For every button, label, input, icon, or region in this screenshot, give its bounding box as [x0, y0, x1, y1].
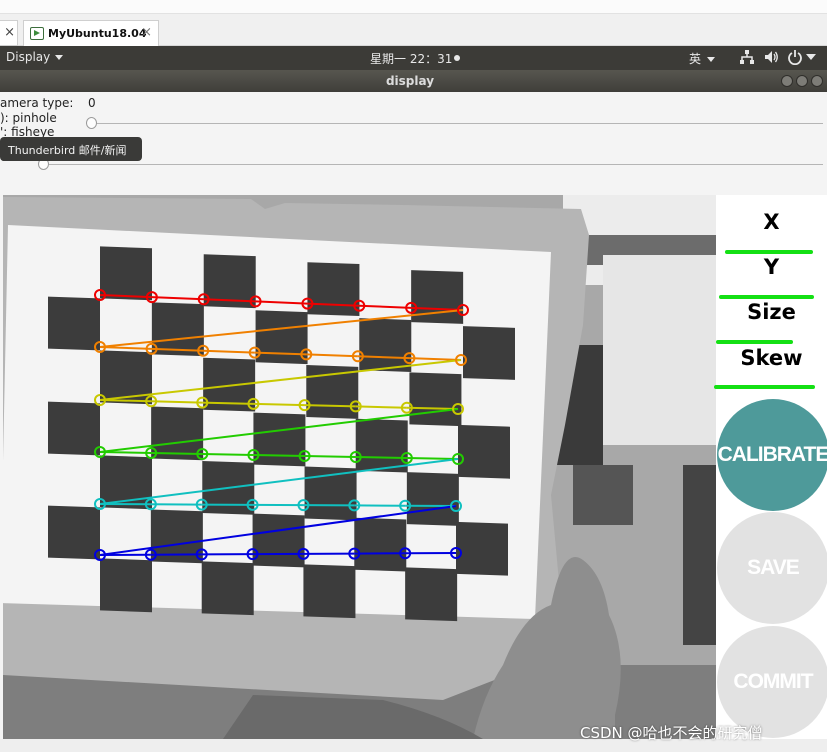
checker-square [303, 564, 356, 619]
corner-link [406, 406, 459, 410]
metric-skew-label: Skew [740, 346, 803, 370]
window-title-bar: display [0, 70, 827, 92]
metric-x-label: X [763, 210, 780, 234]
checker-square [255, 310, 308, 365]
vm-tab-strip: × MyUbuntu18.04 × [0, 0, 827, 47]
checker-square [411, 270, 464, 324]
checker-square [100, 246, 152, 301]
corner-link [406, 457, 459, 460]
checker-square [307, 262, 360, 317]
save-button[interactable]: SAVE [717, 512, 827, 624]
chevron-down-icon [707, 57, 716, 62]
corner-link [304, 455, 356, 458]
checker-square [48, 401, 100, 456]
app-menu-display[interactable]: Display [6, 50, 64, 64]
taskbar-tooltip: Thunderbird 邮件/新闻 [0, 137, 142, 161]
chevron-down-icon [55, 55, 64, 60]
checker-square [100, 558, 152, 613]
previous-tab-close-icon[interactable]: × [4, 25, 15, 40]
close-button[interactable] [811, 75, 823, 87]
corner-link [253, 454, 305, 457]
checker-square [409, 372, 462, 427]
camera-view [3, 195, 716, 739]
camera-type-option-pinhole: ): pinhole [0, 111, 57, 125]
checker-square [48, 505, 100, 560]
notification-dot-icon [454, 55, 460, 61]
network-icon[interactable] [739, 49, 755, 65]
input-method-menu[interactable]: 英 [689, 50, 716, 67]
metric-x-progress [725, 250, 813, 254]
camera-type-slider-track[interactable] [86, 123, 823, 124]
checker-square [354, 517, 407, 572]
corner-link [304, 404, 356, 408]
corner-link [253, 402, 305, 407]
previous-tab[interactable]: × [0, 20, 18, 46]
maximize-button[interactable] [796, 75, 808, 87]
host-toolbar [0, 0, 827, 14]
metric-skew-progress [714, 385, 815, 389]
vm-tab-myubuntu[interactable]: MyUbuntu18.04 × [23, 20, 159, 47]
window-title: display [385, 74, 435, 88]
checker-square [253, 412, 306, 467]
corner-link [151, 400, 203, 404]
metric-size-progress [716, 340, 793, 344]
checker-square [151, 302, 204, 357]
system-menu-chevron-icon[interactable] [806, 54, 816, 62]
clock[interactable]: 星期一 22：31 [370, 50, 452, 67]
app-menu-label: Display [6, 50, 51, 64]
metric-y-progress [719, 295, 814, 299]
checker-square [355, 418, 408, 473]
metric-y-label: Y [763, 255, 780, 279]
checker-square [405, 567, 458, 622]
corner-link [355, 405, 407, 409]
virtual-machine-icon [30, 27, 44, 40]
vm-tab-label: MyUbuntu18.04 [48, 27, 147, 40]
power-icon[interactable] [787, 49, 803, 65]
minimize-button[interactable] [781, 75, 793, 87]
camera-type-value: 0 [88, 96, 96, 110]
camera-type-slider-knob[interactable] [86, 117, 97, 129]
calibration-side-panel: X Y Size Skew CALIBRATE SAVE COMMIT [714, 195, 827, 739]
checker-square [458, 424, 510, 479]
input-method-label: 英 [689, 52, 702, 66]
corner-link [99, 399, 152, 403]
checker-square [406, 472, 459, 526]
scale-slider-track[interactable] [38, 164, 823, 165]
calibrate-button[interactable]: CALIBRATE [717, 399, 827, 511]
metric-size-label: Size [747, 300, 796, 324]
corner-link [202, 401, 254, 405]
camera-frame [3, 195, 716, 739]
checker-square [201, 561, 254, 616]
checker-square [359, 318, 412, 372]
corner-link [99, 451, 152, 454]
checker-square [463, 326, 515, 380]
volume-icon[interactable] [763, 49, 779, 65]
corner-link [151, 452, 203, 455]
checker-square [456, 521, 508, 576]
ubuntu-top-panel: Display 星期一 22：31 英 [0, 46, 827, 70]
vm-tab-close-icon[interactable]: × [141, 25, 152, 40]
checker-square [48, 296, 100, 351]
camera-type-label: amera type: [0, 96, 74, 110]
corner-link [355, 456, 407, 459]
checker-square [252, 513, 305, 568]
screen: × MyUbuntu18.04 × Display 星期一 22：31 英 di… [0, 0, 827, 752]
watermark: CSDN @哈也不会的研究僧 [580, 724, 763, 742]
corner-link [202, 453, 254, 456]
